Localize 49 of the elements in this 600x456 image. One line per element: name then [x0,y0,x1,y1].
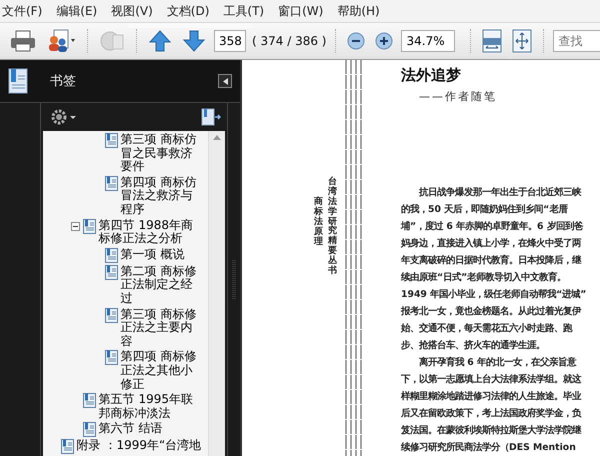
menu-item[interactable]: 编辑(E) [56,2,98,20]
chapter-title: 法外追梦 [401,66,462,85]
page-number-field[interactable]: 358 [214,30,246,52]
collapse-arrow-icon [222,78,228,84]
menu-item[interactable]: 文档(D) [166,2,210,20]
bookmark-item[interactable]: 第三项 商标仿冒之民事救济要件 [120,133,204,174]
bookmark-page-icon [104,176,118,191]
menu-item[interactable]: 工具(T) [223,2,264,20]
body-paragraph: 抗日战争爆发那一年出生于台北近郊三峡 的我，50 天后，即随奶妈住到乡间“老厝 埔”，度过 6 年赤脚的卓野童年。6 岁回到爸 妈身边，直接进入镇上小学，在烽火中受了两 年支离破碎的日据时代教育。日本投降后，继 续由原班“日式”老师教导切入中文教育。 1949 年国小毕业，级任老师自动帮我“进城” 报考北一女，竟也金榜题名。从此过着光复伊 始、交通不便，每天需花五六小时走路、跑 步、抢搭台车、挤火车的通学生涯。 [401,186,588,353]
bookmark-page-icon [82,422,96,438]
bookmark-item[interactable]: 第三项 商标修正法之主要内容 [120,308,204,348]
bookmark-page-icon [104,248,118,263]
bookmark-page-icon [104,350,118,366]
export-bookmark-icon[interactable] [201,108,222,126]
zoom-in-button[interactable] [373,30,396,52]
zoom-field[interactable]: 34.7% [401,30,456,52]
bookmark-page-icon [104,308,118,323]
bookmark-item[interactable]: 第六节 结语 [98,422,162,436]
menu-item[interactable]: 帮助(H) [337,2,380,20]
search-field[interactable]: 查找 [553,30,600,52]
collapse-toggle[interactable] [70,222,80,231]
bookmark-page-icon [82,393,96,408]
bookmark-item[interactable]: 第四节 1988年商标修正法之分析 [98,218,204,246]
bookmark-item[interactable]: 第一项 概说 [120,248,184,262]
body-paragraph: 离开孕育我 6 年的北一女，在父亲旨意 下，以第一志愿填上台大法律系法学组。就这 样糊里糊涂地踏进修习法律的人生旅途。毕业 后又在留欧政策下，考上法国政府奖学金，负 笈法国。在蒙彼利埃斯特拉斯堡大学法学院继 续修习研究所民商法学分（DES Mention [401,356,582,455]
series-title-vertical: 台湾法学研究精要丛书 [328,178,337,277]
bookmarks-panel-icon[interactable] [8,68,28,94]
splitter-grip-icon[interactable] [232,260,236,300]
bookmark-item[interactable]: 第四项 商标修正法之其他小修正 [120,350,204,392]
settings-icon[interactable] [50,109,77,125]
bookmark-item[interactable]: 第四项 商标仿冒法之救济与程序 [120,176,204,217]
menu-item[interactable]: 窗口(W) [278,2,324,20]
menu-item[interactable]: 视图(V) [111,2,153,20]
previous-page-button[interactable] [146,28,174,54]
next-page-button[interactable] [180,28,208,54]
zoom-out-button[interactable] [345,30,368,52]
bookmark-item[interactable]: 第五节 1995年联邦商标冲淡法 [98,393,204,420]
bookmark-page-icon [82,218,96,234]
book-title-vertical: 商标法原理 [314,198,323,248]
menu-item[interactable]: 文件(F) [2,2,42,20]
page-count: ( 374 / 386 ) [252,34,326,48]
bookmark-page-icon [104,264,118,280]
fit-page-button[interactable] [510,27,534,55]
collapse-panel-button[interactable] [218,74,232,88]
bookmark-item[interactable]: 附录 ：1999年“台湾地 [76,439,202,453]
panel-title: 书签 [49,73,77,90]
fit-width-button[interactable] [480,27,504,55]
bookmark-item[interactable]: 第二项 商标修正法制定之经过 [120,264,204,306]
chapter-subtitle: ——作者随笔 [419,89,498,104]
